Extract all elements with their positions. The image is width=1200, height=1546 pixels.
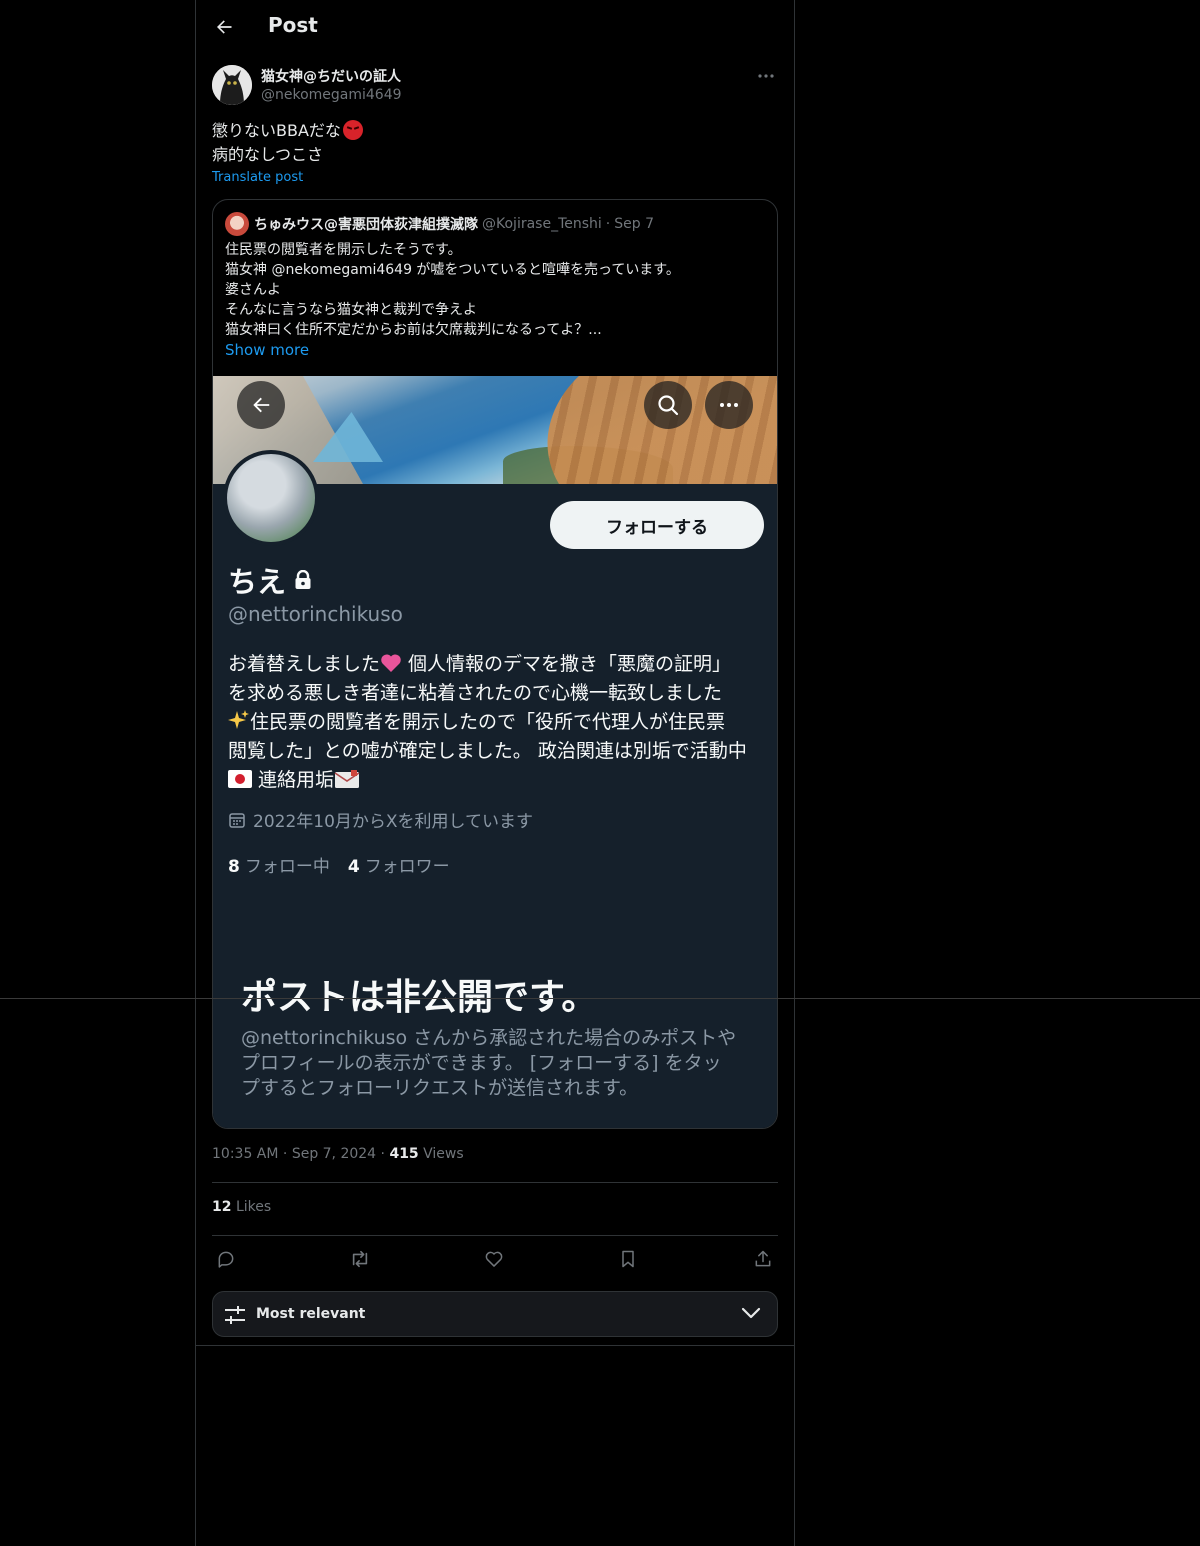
post-line: 懲りないBBAだな [212, 119, 772, 143]
author-avatar[interactable] [212, 65, 252, 105]
joined-text: 2022年10月からXを利用しています [253, 812, 534, 832]
quoted-author-name: ちゅみウス@害悪団体荻津組撲滅隊 [254, 217, 478, 233]
private-account-title: ポストは非公開です。 [241, 977, 598, 1018]
bio-text: お着替えしました [228, 653, 381, 675]
private-desc-line: プロフィールの表示ができます。 [フォローする] をタッ [241, 1052, 722, 1074]
quoted-author-avatar[interactable] [225, 212, 249, 236]
chevron-down-icon [741, 1307, 761, 1319]
display-name-text: ちえ [228, 565, 287, 599]
overlay-line [0, 998, 1200, 999]
followers-count: 4 [347, 857, 360, 877]
search-icon [644, 381, 692, 429]
quoted-line: そんなに言うなら猫女神と裁判で争えよ [225, 302, 477, 318]
post-author: 猫女神@ちだいの証人 @nekomegami4649 [212, 64, 778, 108]
quoted-line: 婆さんよ [225, 282, 281, 298]
author-handle[interactable]: @nekomegami4649 [261, 87, 402, 103]
bio-text: 住民票の閲覧者を開示したので「役所で代理人が住民票 [250, 711, 726, 733]
likes-label: Likes [235, 1199, 272, 1215]
views-count: 415 [389, 1146, 419, 1162]
post-text: 懲りないBBAだな 病的なしつこさ [212, 119, 772, 167]
divider [196, 1345, 794, 1346]
quoted-line: 猫女神 @nekomegami4649 が嘘をついていると喧嘩を売っています。 [225, 262, 680, 278]
likes-count: 12 [212, 1199, 232, 1215]
bio-line: 連絡用垢 [228, 766, 768, 795]
post-line-text: 懲りないBBAだな [212, 121, 341, 140]
profile-follow-counts: 8 フォロー中 4 フォロワー [228, 852, 450, 877]
quoted-line: 猫女神曰く住所不定だからお前は欠席裁判になるってよ？... [225, 322, 602, 338]
bookmark-icon[interactable] [614, 1245, 642, 1273]
views-label: Views [423, 1146, 464, 1162]
show-more-link[interactable]: Show more [225, 341, 309, 359]
follow-button: フォローする [550, 501, 764, 549]
separator-dot: · [282, 1146, 288, 1162]
like-icon[interactable] [480, 1245, 508, 1273]
separator-dot: · [380, 1146, 385, 1162]
lock-icon [294, 563, 312, 597]
arrow-left-icon[interactable] [209, 12, 239, 42]
divider [212, 1235, 778, 1236]
japan-flag-emoji-icon [228, 770, 252, 788]
profile-joined-date: 2022年10月からXを利用しています [228, 807, 533, 832]
sparkles-emoji-icon [228, 710, 249, 729]
profile-display-name: ちえ [228, 559, 312, 601]
attached-screenshot[interactable]: フォローする ちえ @nettorinchikuso お着替えしました 個人情報… [213, 376, 777, 1128]
bio-line: 閲覧した」との嘘が確定しました。 政治関連は別垢で活動中 [228, 740, 747, 762]
angry-face-emoji-icon [342, 120, 363, 140]
bio-line: 住民票の閲覧者を開示したので「役所で代理人が住民票 [228, 708, 768, 737]
translate-post-link[interactable]: Translate post [212, 170, 303, 185]
share-icon[interactable] [749, 1245, 777, 1273]
private-desc-line: @nettorinchikuso さんから承認された場合のみポストや [241, 1027, 737, 1049]
sliders-icon [225, 1306, 245, 1324]
page-header: Post [196, 0, 794, 54]
followers-label: フォロワー [364, 857, 450, 877]
envelope-emoji-icon [334, 770, 360, 788]
likes-summary[interactable]: 12 Likes [212, 1199, 271, 1215]
reply-icon[interactable] [212, 1245, 240, 1273]
post-time[interactable]: 10:35 AM [212, 1146, 278, 1162]
post-line: 病的なしつこさ [212, 145, 324, 164]
bio-text: 連絡用垢 [252, 769, 335, 791]
page-title: Post [268, 13, 318, 37]
calendar-icon [229, 812, 245, 828]
more-horizontal-icon [705, 381, 753, 429]
following-count: 8 [228, 857, 240, 877]
quoted-post[interactable]: ちゅみウス@害悪団体荻津組撲滅隊 @Kojirase_Tenshi · Sep … [212, 199, 778, 1129]
post-actions [212, 1245, 778, 1273]
following-label: フォロー中 [244, 857, 330, 877]
back-arrow-icon [237, 381, 285, 429]
bio-line: を求める悪しき者達に粘着されたので心機一転致しました [228, 682, 723, 704]
divider [212, 1182, 778, 1183]
main-column: Post 猫女神@ちだいの証人 @nekomegami4649 懲りないBBAだ… [195, 0, 795, 1546]
bio-line: お着替えしました 個人情報のデマを撒き「悪魔の証明」 [228, 650, 768, 679]
post-date[interactable]: Sep 7, 2024 [292, 1146, 376, 1162]
separator-dot: · [605, 216, 611, 232]
profile-handle: @nettorinchikuso [228, 602, 403, 626]
profile-avatar [223, 450, 319, 546]
followers-count-group: 4 フォロワー [348, 852, 450, 877]
post-meta: 10:35 AM · Sep 7, 2024 · 415 Views [212, 1146, 464, 1162]
bio-text: 個人情報のデマを撒き「悪魔の証明」 [402, 653, 732, 675]
quoted-post-text: 住民票の閲覧者を開示したそうです。 猫女神 @nekomegami4649 が嘘… [225, 240, 765, 340]
reply-sort-dropdown[interactable]: Most relevant [212, 1291, 778, 1337]
private-desc-line: プするとフォローリクエストが送信されます。 [241, 1077, 639, 1099]
private-account-description: @nettorinchikuso さんから承認された場合のみポストや プロフィー… [241, 1026, 761, 1101]
quoted-line: 住民票の閲覧者を開示したそうです。 [225, 242, 462, 258]
sort-label: Most relevant [256, 1306, 366, 1322]
author-name[interactable]: 猫女神@ちだいの証人 [261, 66, 401, 86]
quoted-post-header: ちゅみウス@害悪団体荻津組撲滅隊 @Kojirase_Tenshi · Sep … [225, 212, 654, 236]
quoted-author-handle: @Kojirase_Tenshi [482, 216, 602, 232]
quoted-post-date: Sep 7 [614, 216, 654, 232]
profile-bio: お着替えしました 個人情報のデマを撒き「悪魔の証明」 を求める悪しき者達に粘着さ… [228, 650, 768, 795]
following-count-group: 8 フォロー中 [228, 852, 330, 877]
heart-emoji-icon [381, 654, 401, 672]
more-horizontal-icon[interactable] [754, 66, 778, 86]
repost-icon[interactable] [346, 1245, 374, 1273]
